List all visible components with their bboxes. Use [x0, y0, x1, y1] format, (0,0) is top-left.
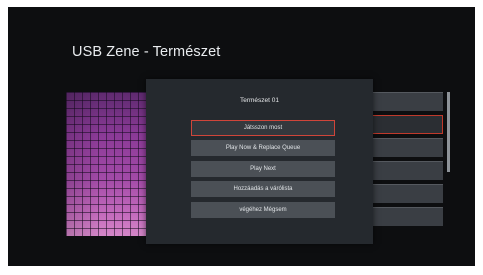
- track-list-row[interactable]: [366, 207, 443, 226]
- track-list: [366, 92, 443, 230]
- context-menu-dialog: Természet 01 Játsszon most Play Now & Re…: [146, 79, 373, 244]
- track-list-row[interactable]: [366, 92, 443, 111]
- page-title: USB Zene - Természet: [72, 44, 221, 60]
- cancel-button[interactable]: végéhez Mégsem: [191, 202, 335, 218]
- album-art: [66, 92, 152, 236]
- dialog-title: Természet 01: [239, 97, 280, 104]
- play-now-button[interactable]: Játsszon most: [191, 120, 335, 136]
- track-list-row[interactable]: [366, 138, 443, 157]
- play-now-replace-queue-button[interactable]: Play Now & Replace Queue: [191, 140, 335, 156]
- track-list-row[interactable]: [366, 184, 443, 203]
- play-next-button[interactable]: Play Next: [191, 161, 335, 177]
- add-to-queue-button[interactable]: Hozzáadás a várólista: [191, 181, 335, 197]
- tv-screen: USB Zene - Természet Természet 01 Játssz…: [8, 7, 475, 266]
- track-list-row-selected[interactable]: [366, 115, 443, 134]
- scrollbar[interactable]: [447, 92, 450, 172]
- track-list-row[interactable]: [366, 161, 443, 180]
